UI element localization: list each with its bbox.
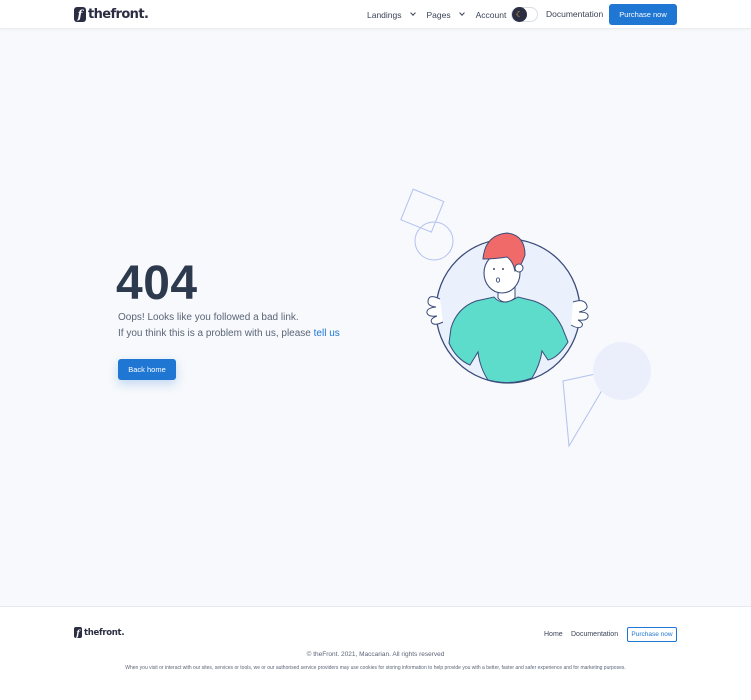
nav-item-pages[interactable]: Pages — [426, 9, 465, 20]
footer-purchase-button[interactable]: Purchase now — [627, 627, 677, 642]
nav-item-landings[interactable]: Landings — [367, 9, 416, 20]
page-footer: f thefront. Home Documentation Purchase … — [0, 606, 751, 700]
logo-mark-icon: f — [74, 627, 82, 638]
copyright-text: © theFront. 2021, Maccarian. All rights … — [306, 651, 445, 658]
chevron-down-icon — [409, 10, 416, 16]
documentation-link[interactable]: Documentation — [546, 9, 603, 19]
top-navbar: f thefront. Landings Pages Account ☾ Doc… — [0, 0, 751, 29]
chevron-down-icon — [458, 10, 465, 16]
tell-us-link[interactable]: tell us — [314, 328, 340, 339]
person-illustration — [426, 232, 589, 384]
nav-item-label: Account — [475, 9, 507, 20]
error-code-heading: 404 — [116, 257, 198, 310]
nav-item-label: Pages — [426, 9, 451, 20]
cookie-notice: When you visit or interact with our site… — [125, 665, 626, 671]
blob-shape — [593, 342, 651, 400]
error-illustration — [400, 188, 651, 448]
logo-mark-icon: f — [74, 7, 86, 22]
help-text-prefix: If you think this is a problem with us, … — [118, 328, 314, 339]
footer-logo-text: thefront. — [84, 627, 125, 638]
small-circle-shape — [414, 221, 454, 261]
moon-icon: ☾ — [512, 7, 527, 22]
footer-logo[interactable]: f thefront. — [74, 627, 125, 638]
logo-text: thefront. — [88, 7, 149, 22]
purchase-button[interactable]: Purchase now — [609, 4, 677, 25]
footer-home-link[interactable]: Home — [544, 631, 563, 638]
error-message: Oops! Looks like you followed a bad link… — [118, 312, 299, 323]
brand-logo[interactable]: f thefront. — [74, 6, 149, 23]
main-nav: Landings Pages Account — [367, 0, 531, 29]
footer-documentation-link[interactable]: Documentation — [571, 631, 618, 638]
back-home-button[interactable]: Back home — [118, 359, 176, 380]
error-help-text: If you think this is a problem with us, … — [118, 328, 340, 339]
theme-toggle[interactable]: ☾ — [511, 7, 538, 22]
nav-item-label: Landings — [367, 9, 402, 20]
